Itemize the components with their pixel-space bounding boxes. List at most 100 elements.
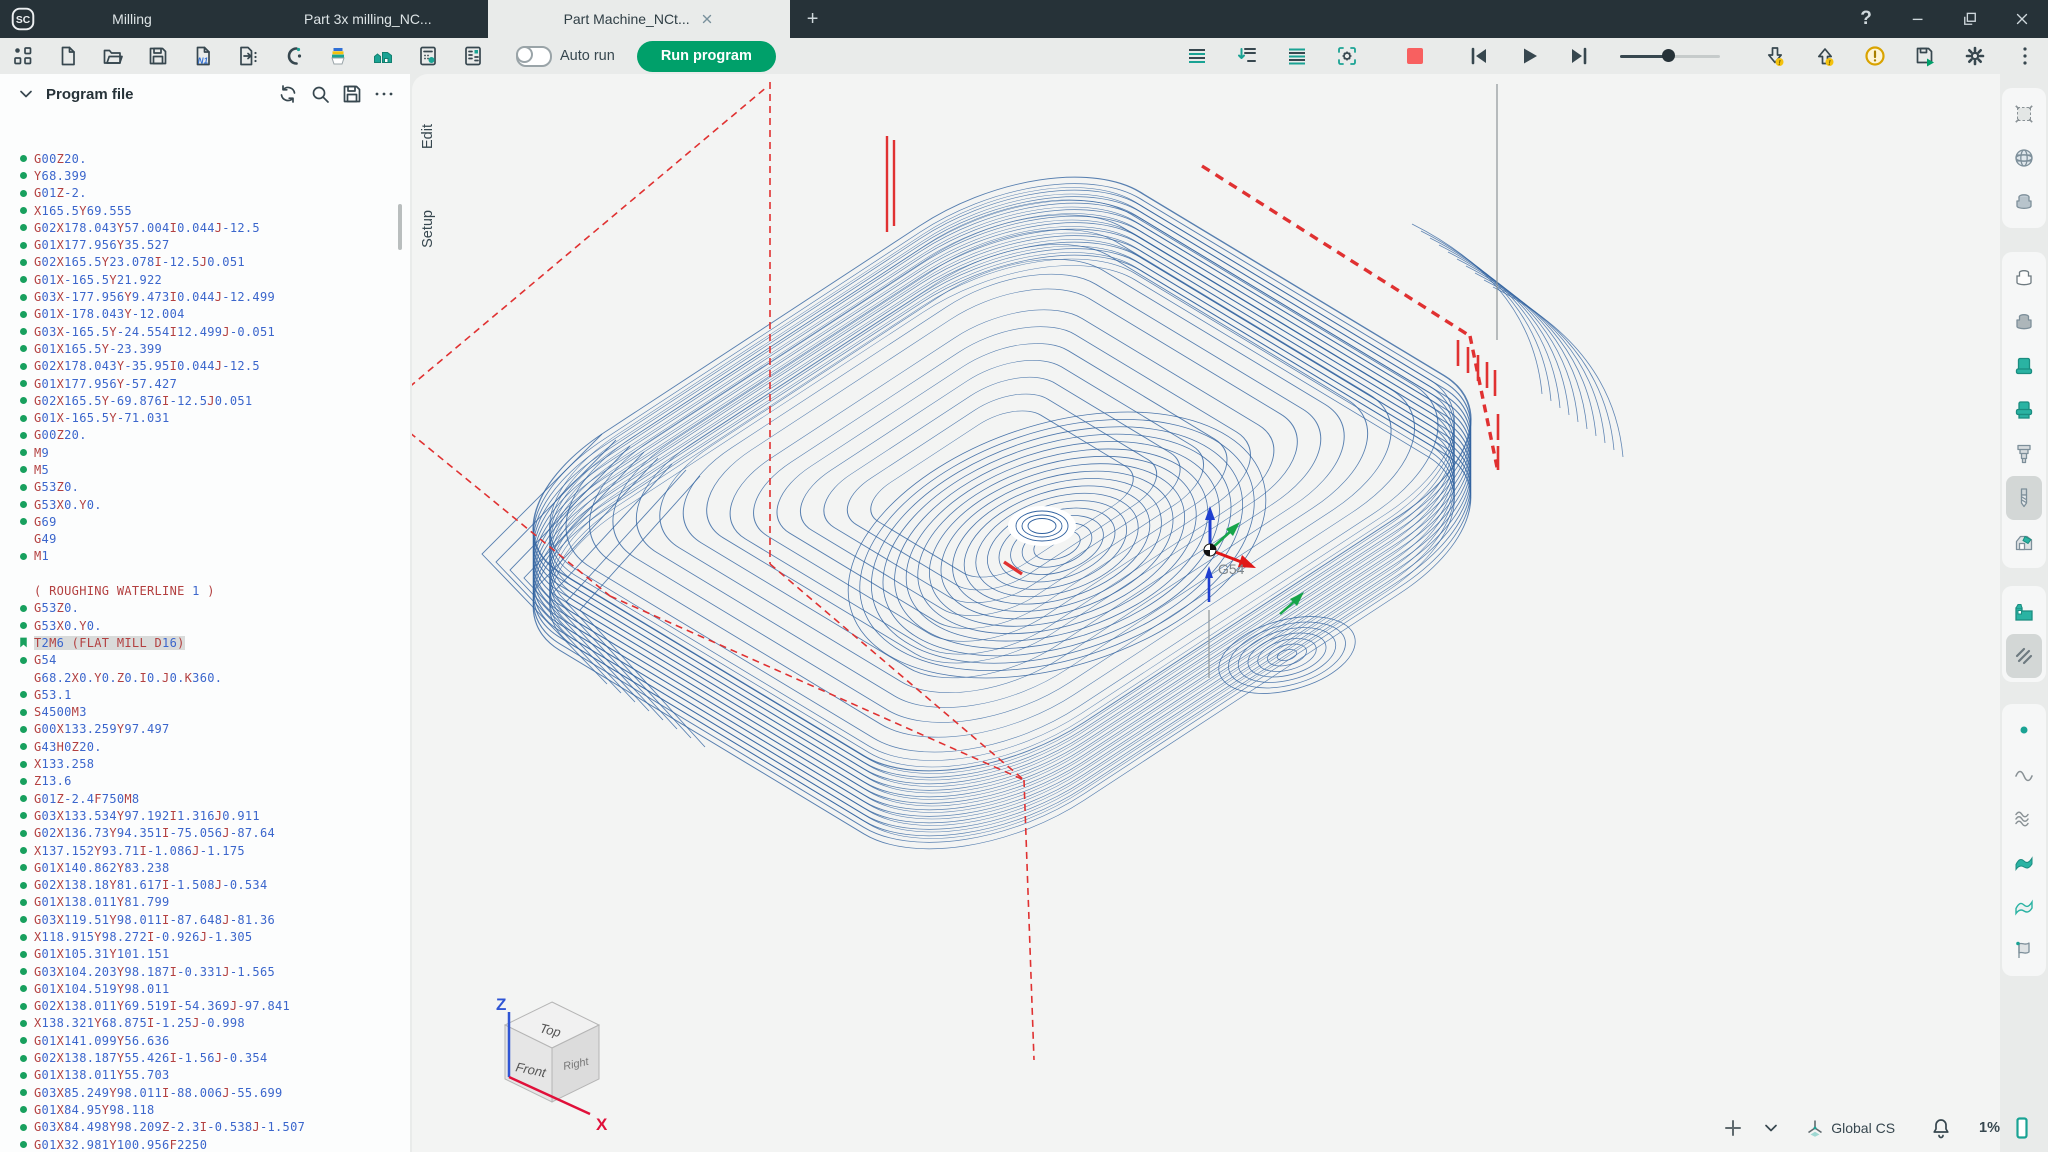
gcode-line[interactable]: X118.915Y98.272I-0.926J-1.305 [0, 928, 410, 945]
gcode-line[interactable]: T2M6 (FLAT MILL D16) [0, 634, 410, 651]
program-list-icon[interactable] [460, 43, 486, 69]
fixture-icon[interactable] [2006, 388, 2042, 432]
point-icon[interactable] [2006, 708, 2042, 752]
gcode-line[interactable]: G53Z0. [0, 479, 410, 496]
gcode-line[interactable]: G02X136.73Y94.351I-75.056J-87.64 [0, 825, 410, 842]
gcode-line[interactable]: G01X140.862Y83.238 [0, 859, 410, 876]
simulate-gear-icon[interactable] [1334, 43, 1360, 69]
gcode-line[interactable]: G01X32.981Y100.956F2250 [0, 1136, 410, 1152]
tab-milling[interactable]: Milling [46, 0, 218, 38]
to-start-button[interactable] [1466, 43, 1492, 69]
feature-flag-icon[interactable] [2006, 928, 2042, 972]
gcode-line[interactable]: G53X0.Y0. [0, 496, 410, 513]
lines-icon[interactable] [1284, 43, 1310, 69]
minimize-button[interactable] [1892, 0, 1944, 38]
gcode-line[interactable]: X138.321Y68.875I-1.25J-0.998 [0, 1015, 410, 1032]
gcode-line[interactable]: G03X85.249Y98.011I-88.006J-55.699 [0, 1084, 410, 1101]
gcode-line[interactable]: G02X138.187Y55.426I-1.56J-0.354 [0, 1049, 410, 1066]
auto-run-toggle[interactable] [516, 46, 552, 67]
part-outline-icon[interactable] [2006, 256, 2042, 300]
post-save-icon[interactable] [1912, 43, 1938, 69]
download-warning-icon[interactable]: ! [1762, 43, 1788, 69]
gcode-line[interactable]: G00X133.259Y97.497 [0, 721, 410, 738]
new-file-icon[interactable] [55, 43, 81, 69]
gcode-line[interactable]: G03X-177.956Y9.473I0.044J-12.499 [0, 288, 410, 305]
kebab-menu-icon[interactable] [2012, 43, 2038, 69]
tool-stack-icon[interactable] [325, 43, 351, 69]
gcode-line[interactable]: G03X-165.5Y-24.554I12.499J-0.051 [0, 323, 410, 340]
gcode-line[interactable]: G68.2X0.Y0.Z0.I0.J0.K360. [0, 669, 410, 686]
gcode-line[interactable]: G53Z0. [0, 600, 410, 617]
solid-model-icon[interactable] [2006, 180, 2042, 224]
gcode-line[interactable]: G01X-178.043Y-12.004 [0, 306, 410, 323]
gcode-line[interactable]: M9 [0, 444, 410, 461]
stop-button[interactable] [1402, 43, 1428, 69]
gcode-line[interactable]: Z13.6 [0, 773, 410, 790]
gcode-line[interactable]: G03X119.51Y98.011I-87.648J-81.36 [0, 911, 410, 928]
gcode-line[interactable]: G53.1 [0, 686, 410, 703]
step-into-icon[interactable] [1234, 43, 1260, 69]
warning-circle-icon[interactable] [1862, 43, 1888, 69]
calculator-icon[interactable] [415, 43, 441, 69]
view-cube[interactable]: Z X Top Front Right [496, 995, 608, 1134]
gcode-line[interactable]: G02X178.043Y57.004I0.044J-12.5 [0, 219, 410, 236]
gcode-line[interactable]: X133.258 [0, 755, 410, 772]
viewport-3d[interactable]: Edit Setup [412, 74, 2000, 1152]
gcode-line[interactable]: G00Z20. [0, 427, 410, 444]
save-program-icon[interactable] [340, 82, 364, 106]
gcode-line[interactable]: G01Z-2. [0, 185, 410, 202]
machines-icon[interactable] [370, 43, 396, 69]
part-solid-icon[interactable] [2006, 300, 2042, 344]
gcode-line[interactable]: G02X138.011Y69.519I-54.369J-97.841 [0, 998, 410, 1015]
new-tab-button[interactable]: + [790, 0, 836, 38]
to-end-button[interactable] [1566, 43, 1592, 69]
search-icon[interactable] [308, 82, 332, 106]
gcode-line[interactable]: G69 [0, 513, 410, 530]
gcode-line[interactable]: Y68.399 [0, 167, 410, 184]
gcode-line[interactable]: G01X-165.5Y-71.031 [0, 409, 410, 426]
gcode-line[interactable]: G01X177.956Y35.527 [0, 236, 410, 253]
gcode-line[interactable]: G01X104.519Y98.011 [0, 980, 410, 997]
view-options-chevron-icon[interactable] [1759, 1116, 1783, 1140]
save-icon[interactable] [145, 43, 171, 69]
restore-button[interactable] [1944, 0, 1996, 38]
holder-icon[interactable] [2006, 432, 2042, 476]
waterlines-icon[interactable] [1184, 43, 1210, 69]
gcode-line[interactable]: G01X138.011Y81.799 [0, 894, 410, 911]
gcode-line[interactable]: G00Z20. [0, 150, 410, 167]
surfaces-icon[interactable] [2006, 796, 2042, 840]
gcode-line[interactable]: M5 [0, 461, 410, 478]
list-scrollbar[interactable] [398, 204, 402, 250]
export-file-icon[interactable] [235, 43, 261, 69]
gcode-line[interactable]: M1 [0, 548, 410, 565]
gcode-line[interactable]: G02X165.5Y-69.876I-12.5J0.051 [0, 392, 410, 409]
gcode-line[interactable]: G01X105.31Y101.151 [0, 946, 410, 963]
gcode-line[interactable]: G02X165.5Y23.078I-12.5J0.051 [0, 254, 410, 271]
more-options-icon[interactable] [372, 82, 396, 106]
upload-warning-icon[interactable]: ! [1812, 43, 1838, 69]
gcode-line[interactable]: G49 [0, 531, 410, 548]
nc-program-icon[interactable]: N1 [190, 43, 216, 69]
notifications-bell-icon[interactable] [1929, 1116, 1953, 1140]
gcode-line[interactable]: S4500M3 [0, 704, 410, 721]
wcs-triad[interactable]: G54 [1204, 506, 1304, 614]
speed-slider[interactable] [1620, 55, 1720, 58]
gcode-line[interactable]: G54 [0, 652, 410, 669]
coordinate-system-icon[interactable] [1803, 1116, 1827, 1140]
apps-grid-icon[interactable] [10, 43, 36, 69]
settings-gear-icon[interactable] [1962, 43, 1988, 69]
tool-icon[interactable] [2006, 476, 2042, 520]
gcode-line[interactable]: G01X-165.5Y21.922 [0, 271, 410, 288]
gcode-line[interactable]: G01X165.5Y-23.399 [0, 340, 410, 357]
tab-part-machine[interactable]: Part Machine_NCt... [488, 0, 790, 38]
gcode-line[interactable]: G02X138.18Y81.617I-1.508J-0.534 [0, 876, 410, 893]
collapse-chevron-icon[interactable] [14, 82, 38, 106]
open-folder-icon[interactable] [100, 43, 126, 69]
gcode-line[interactable]: G03X133.534Y97.192I1.316J0.911 [0, 807, 410, 824]
surface-light-icon[interactable] [2006, 884, 2042, 928]
stock-boundary-icon[interactable] [2006, 92, 2042, 136]
tab-close-icon[interactable] [700, 12, 714, 26]
gcode-line[interactable]: G03X84.498Y98.209Z-2.3I-0.538J-1.507 [0, 1119, 410, 1136]
gcode-line[interactable]: X137.152Y93.71I-1.086J-1.175 [0, 842, 410, 859]
gcode-line[interactable]: G53X0.Y0. [0, 617, 410, 634]
